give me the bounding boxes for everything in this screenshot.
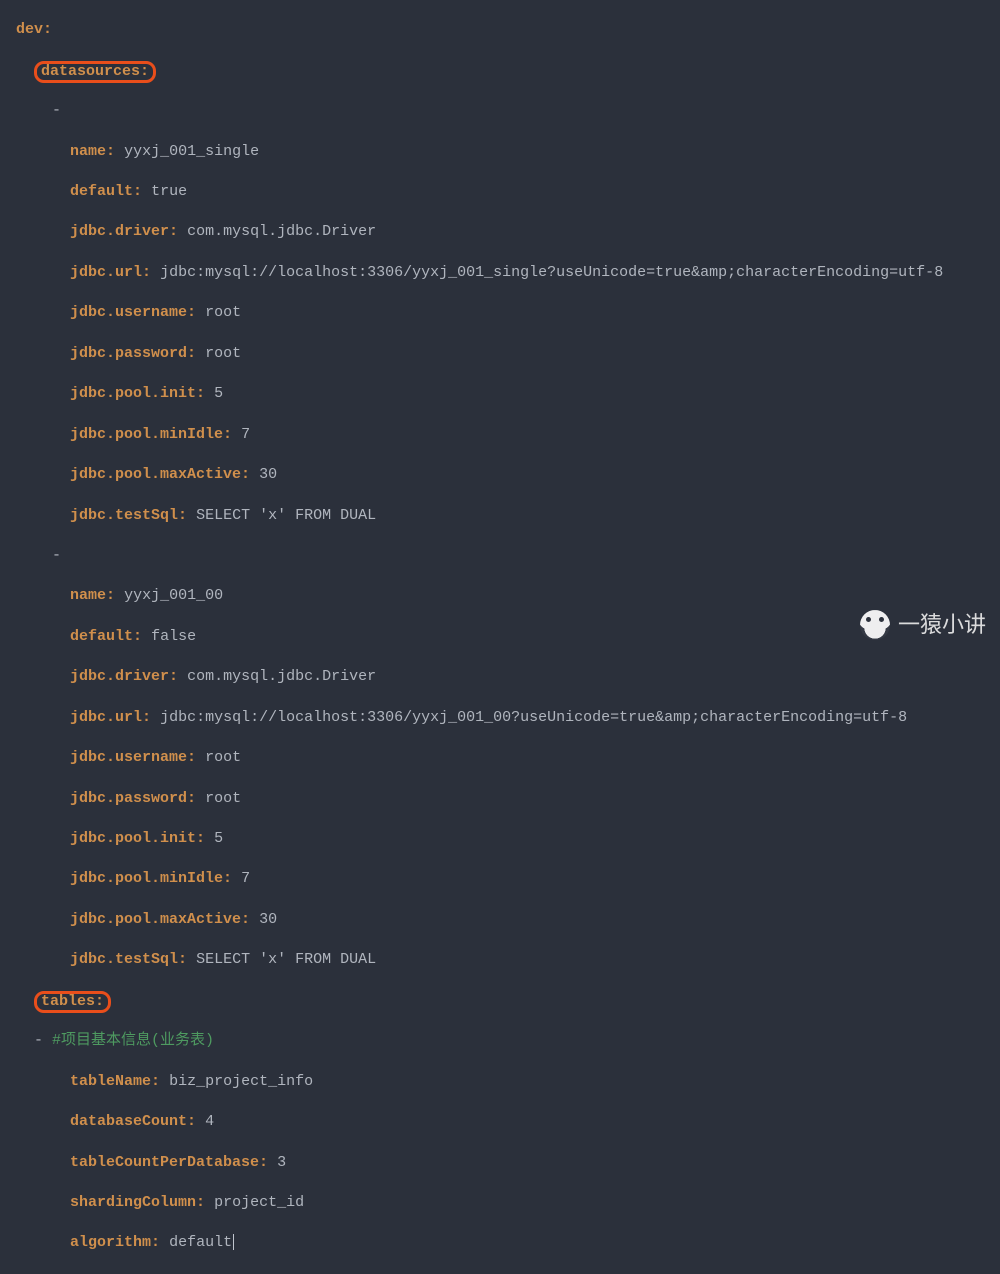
yaml-key: jdbc.pool.init: [70, 385, 196, 402]
yaml-key: jdbc.pool.minIdle: [70, 426, 223, 443]
yaml-value: 30: [259, 911, 277, 928]
yaml-value: 5: [214, 830, 223, 847]
code-editor[interactable]: dev: datasources: - name: yyxj_001_singl…: [0, 0, 1000, 1274]
yaml-value: yyxj_001_single: [124, 143, 259, 160]
yaml-key: name: [70, 143, 106, 160]
wechat-icon: [860, 610, 890, 640]
yaml-key: jdbc.password: [70, 790, 187, 807]
yaml-key: jdbc.testSql: [70, 951, 178, 968]
yaml-key: tables: [41, 993, 95, 1010]
text-cursor: [233, 1234, 234, 1250]
yaml-key: default: [70, 183, 133, 200]
yaml-key: jdbc.pool.init: [70, 830, 196, 847]
yaml-key: jdbc.username: [70, 749, 187, 766]
yaml-value: SELECT 'x' FROM DUAL: [196, 951, 376, 968]
yaml-key: jdbc.pool.maxActive: [70, 911, 241, 928]
yaml-key: default: [70, 628, 133, 645]
yaml-key: jdbc.testSql: [70, 507, 178, 524]
yaml-value: 7: [241, 426, 250, 443]
yaml-key: tableCountPerDatabase: [70, 1154, 259, 1171]
yaml-key: datasources: [41, 63, 140, 80]
yaml-value: root: [205, 790, 241, 807]
yaml-value: root: [205, 345, 241, 362]
yaml-value: jdbc:mysql://localhost:3306/yyxj_001_sin…: [160, 264, 943, 281]
yaml-key: shardingColumn: [70, 1194, 196, 1211]
yaml-value: 7: [241, 870, 250, 887]
yaml-value: false: [151, 628, 196, 645]
yaml-value: com.mysql.jdbc.Driver: [187, 223, 376, 240]
yaml-key: name: [70, 587, 106, 604]
yaml-key: jdbc.pool.maxActive: [70, 466, 241, 483]
yaml-value: project_id: [214, 1194, 304, 1211]
yaml-value: yyxj_001_00: [124, 587, 223, 604]
highlight-datasources: datasources:: [34, 61, 156, 84]
watermark: 一猿小讲: [860, 610, 986, 640]
yaml-value: jdbc:mysql://localhost:3306/yyxj_001_00?…: [160, 709, 907, 726]
yaml-value: 5: [214, 385, 223, 402]
yaml-value: 30: [259, 466, 277, 483]
yaml-key: jdbc.username: [70, 304, 187, 321]
yaml-value: root: [205, 749, 241, 766]
yaml-key: jdbc.url: [70, 709, 142, 726]
yaml-comment: #项目基本信息(业务表): [52, 1032, 214, 1049]
yaml-value: root: [205, 304, 241, 321]
yaml-key: jdbc.password: [70, 345, 187, 362]
yaml-key: jdbc.url: [70, 264, 142, 281]
yaml-value: SELECT 'x' FROM DUAL: [196, 507, 376, 524]
yaml-key: tableName: [70, 1073, 151, 1090]
yaml-value: true: [151, 183, 187, 200]
yaml-key: jdbc.driver: [70, 223, 169, 240]
yaml-key: jdbc.pool.minIdle: [70, 870, 223, 887]
watermark-text: 一猿小讲: [898, 610, 986, 640]
yaml-value: 3: [277, 1154, 286, 1171]
yaml-value: com.mysql.jdbc.Driver: [187, 668, 376, 685]
yaml-key: jdbc.driver: [70, 668, 169, 685]
yaml-value: 4: [205, 1113, 214, 1130]
yaml-key: dev: [16, 21, 43, 38]
yaml-key: algorithm: [70, 1234, 151, 1251]
highlight-tables: tables:: [34, 991, 111, 1014]
yaml-value: biz_project_info: [169, 1073, 313, 1090]
yaml-value: default: [169, 1234, 232, 1251]
yaml-key: databaseCount: [70, 1113, 187, 1130]
